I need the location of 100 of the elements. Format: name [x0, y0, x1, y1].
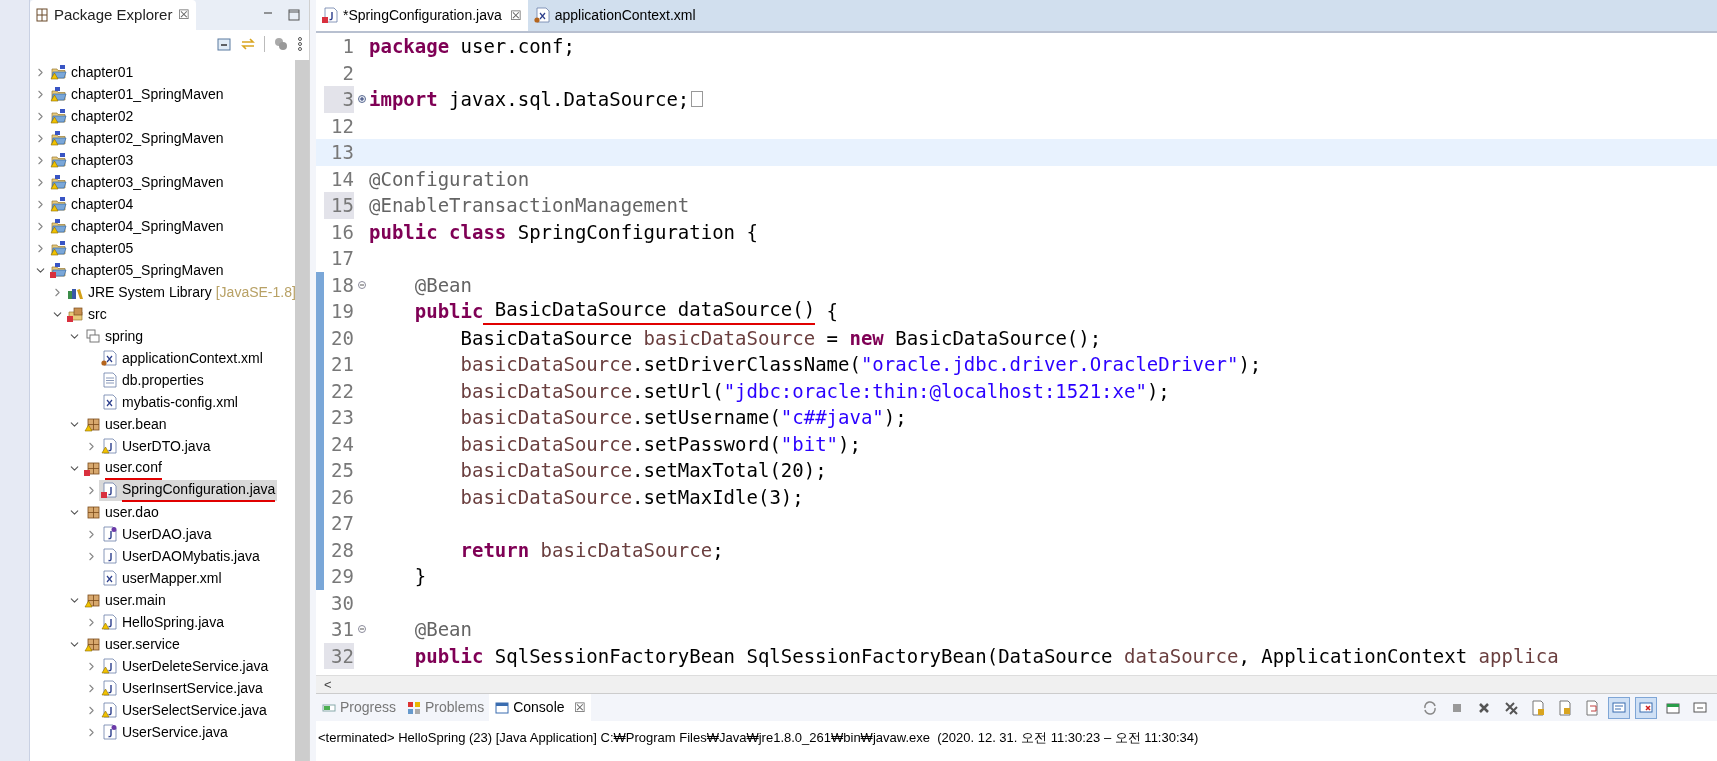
tree-item[interactable]: chapter02 — [48, 105, 136, 127]
tree-item[interactable]: spring — [82, 325, 146, 347]
tree-item[interactable]: db.properties — [99, 369, 206, 391]
tree-item[interactable]: chapter02_SpringMaven — [48, 127, 226, 149]
filter-icon[interactable] — [273, 36, 289, 52]
tree-item[interactable]: chapter01 — [48, 61, 136, 83]
tree-item[interactable]: UserDAO.java — [99, 523, 214, 545]
line-number: 27 — [330, 511, 354, 536]
line-number: 13 — [330, 140, 354, 165]
tree-item[interactable]: JRE System Library [JavaSE-1.8] — [65, 281, 295, 303]
tree-item[interactable]: user.dao — [82, 501, 161, 523]
tree-item[interactable]: chapter05_SpringMaven — [48, 259, 226, 281]
line-number: 12 — [330, 113, 354, 139]
interface-icon — [101, 723, 118, 741]
tree-item-label: UserDTO.java — [122, 436, 211, 456]
tree-item[interactable]: src — [65, 303, 109, 325]
tree-item[interactable]: chapter05 — [48, 237, 136, 259]
view-menu-icon[interactable] — [297, 36, 303, 52]
editor-tab[interactable]: *SpringConfiguration.java ☒ — [316, 0, 528, 31]
tab-label: Console — [513, 698, 565, 717]
line-number: 31 — [330, 617, 354, 642]
close-button[interactable]: ☒ — [509, 5, 522, 26]
tree-item-label: UserSelectService.java — [122, 700, 267, 720]
code-line: } — [413, 564, 427, 589]
code-line: basicDataSource.setDriverClassName("oracle.jdbc.driver.OracleDriver"); — [459, 352, 1262, 377]
vertical-scrollbar[interactable] — [295, 60, 309, 761]
tree-item-label: UserDeleteService.java — [122, 656, 269, 676]
package-icon — [84, 415, 101, 433]
code-line: @EnableTransactionManagement — [369, 193, 690, 218]
view-tab[interactable]: Console ☒ — [489, 694, 591, 721]
tree-item[interactable]: UserInsertService.java — [99, 677, 265, 699]
close-button[interactable]: ☒ — [178, 5, 191, 25]
tree-item-label: applicationContext.xml — [122, 348, 263, 368]
tree-item[interactable]: user.main — [82, 589, 168, 611]
tree-item-label: chapter03_SpringMaven — [71, 172, 224, 192]
project-maven-icon — [50, 129, 67, 147]
tree-item[interactable]: applicationContext.xml — [99, 347, 265, 369]
code-line: @Bean — [413, 272, 472, 298]
folder-package-icon — [84, 327, 101, 345]
collapse-all-icon[interactable] — [216, 36, 232, 52]
tree-item-label: UserDAO.java — [122, 524, 212, 544]
scroll-left-button[interactable]: < — [316, 674, 340, 695]
explorer-tab[interactable]: Package Explorer ☒ — [30, 0, 197, 30]
line-number: 18 — [330, 272, 354, 298]
maximize-icon[interactable] — [287, 8, 301, 22]
tree-item[interactable]: UserDeleteService.java — [99, 655, 271, 677]
tree-item[interactable]: user.bean — [82, 413, 169, 435]
expand-fold-icon[interactable] — [357, 95, 366, 104]
horizontal-scrollbar[interactable]: < — [316, 675, 1717, 693]
tab-label: applicationContext.xml — [554, 6, 696, 25]
tree-item-label: JRE System Library — [88, 282, 212, 302]
xml-icon — [101, 349, 118, 367]
code-line: return basicDataSource; — [459, 537, 724, 563]
tab-label: *SpringConfiguration.java — [343, 6, 502, 25]
project-maven-icon — [50, 217, 67, 235]
tree-item-label: UserService.java — [122, 722, 228, 742]
tree-item[interactable]: userMapper.xml — [99, 567, 224, 589]
tree-item-label: chapter04 — [71, 194, 134, 214]
java-icon — [101, 547, 118, 565]
tree-item[interactable]: chapter03_SpringMaven — [48, 171, 226, 193]
line-number: 17 — [330, 246, 354, 271]
code-line: public SqlSessionFactoryBean SqlSessionFactoryBean(DataSource dataSource, ApplicationContext applica — [413, 643, 1559, 669]
tab-label: Progress — [340, 698, 397, 717]
editor-tab[interactable]: applicationContext.xml — [527, 0, 702, 31]
code-line: basicDataSource.setUsername("c##java"); — [459, 405, 907, 430]
tree-item[interactable]: UserDAOMybatis.java — [99, 545, 262, 567]
tree-item[interactable]: chapter04_SpringMaven — [48, 215, 226, 237]
java-icon — [101, 613, 118, 631]
view-tab[interactable]: Progress — [316, 694, 402, 721]
tree-item[interactable]: chapter01_SpringMaven — [48, 83, 226, 105]
folded-code-marker[interactable] — [691, 91, 704, 107]
view-tab[interactable]: Problems — [401, 694, 490, 721]
tree-item[interactable]: HelloSpring.java — [99, 611, 226, 633]
project-maven-icon — [50, 261, 67, 279]
tree-item-label: user.service — [105, 634, 180, 654]
line-number: 15 — [324, 192, 354, 219]
tree-item[interactable]: user.service — [82, 633, 182, 655]
tree-item[interactable]: UserSelectService.java — [99, 699, 269, 721]
tree-item[interactable]: chapter04 — [48, 193, 136, 215]
tree-item[interactable]: mybatis-config.xml — [99, 391, 240, 413]
tree-item-label: HelloSpring.java — [122, 612, 224, 632]
project-spring-icon — [50, 63, 67, 81]
line-number: 1 — [341, 34, 354, 59]
java-icon — [101, 481, 118, 499]
tree-item[interactable]: SpringConfiguration.java — [99, 479, 278, 501]
line-number: 14 — [330, 166, 354, 192]
close-button[interactable]: ☒ — [573, 697, 586, 718]
package-icon — [84, 591, 101, 609]
tree-item-label: SpringConfiguration.java — [122, 478, 276, 502]
collapse-fold-icon[interactable] — [357, 625, 366, 634]
package-icon — [84, 459, 101, 477]
tree-item-label: user.dao — [105, 502, 159, 522]
code-line: import javax.sql.DataSource; — [369, 86, 704, 113]
collapse-fold-icon[interactable] — [357, 280, 366, 289]
tree-item-label: spring — [105, 326, 144, 346]
link-editor-icon[interactable] — [240, 36, 256, 52]
tree-item[interactable]: UserDTO.java — [99, 435, 213, 457]
tree-item[interactable]: chapter03 — [48, 149, 136, 171]
line-number: 25 — [330, 458, 354, 483]
tree-item[interactable]: UserService.java — [99, 721, 230, 743]
